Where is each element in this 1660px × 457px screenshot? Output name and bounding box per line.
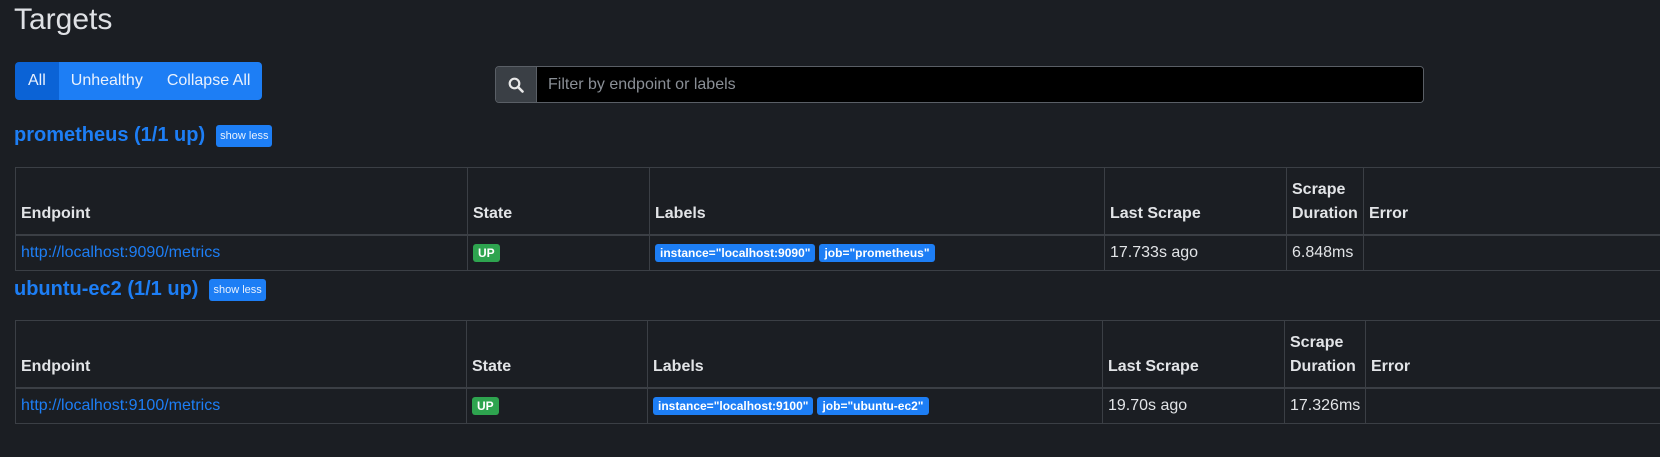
endpoint-link[interactable]: http://localhost:9100/metrics (21, 397, 220, 414)
targets-page: Targets All Unhealthy Collapse All prome… (0, 0, 1660, 457)
column-header-scrape-duration-line1: Scrape (1292, 181, 1346, 198)
pool-title[interactable]: prometheus (1/1 up) (14, 124, 205, 147)
column-header-last-scrape[interactable]: Last Scrape (1104, 167, 1287, 236)
targets-table-ubuntu-ec2: Endpoint State Labels Last Scrape Scrape… (15, 320, 1660, 424)
endpoint-cell: http://localhost:9090/metrics (15, 234, 468, 271)
labels-cell: instance="localhost:9090" job="prometheus… (649, 234, 1105, 271)
last-scrape-cell: 19.70s ago (1102, 387, 1285, 424)
search-button[interactable] (496, 67, 537, 102)
column-header-scrape-duration[interactable]: Scrape Duration (1284, 320, 1366, 389)
state-cell: UP (466, 387, 648, 424)
column-header-state[interactable]: State (466, 320, 648, 389)
page-title: Targets (14, 3, 113, 36)
column-header-scrape-duration[interactable]: Scrape Duration (1286, 167, 1364, 236)
column-header-error[interactable]: Error (1363, 167, 1660, 236)
targets-table-prometheus: Endpoint State Labels Last Scrape Scrape… (15, 167, 1660, 271)
collapse-all-button[interactable]: Collapse All (154, 62, 263, 100)
scrape-duration-cell: 6.848ms (1286, 234, 1364, 271)
pool-header-ubuntu-ec2: ubuntu-ec2 (1/1 up) show less (14, 278, 266, 301)
show-less-button[interactable]: show less (216, 124, 273, 147)
status-badge: UP (473, 244, 500, 262)
endpoint-link[interactable]: http://localhost:9090/metrics (21, 244, 220, 261)
column-header-last-scrape[interactable]: Last Scrape (1102, 320, 1285, 389)
column-header-state[interactable]: State (467, 167, 650, 236)
column-header-scrape-duration-line1: Scrape (1290, 334, 1344, 351)
pool-header-prometheus: prometheus (1/1 up) show less (14, 124, 273, 147)
column-header-scrape-duration-line2: Duration (1290, 358, 1356, 375)
last-scrape-cell: 17.733s ago (1104, 234, 1287, 271)
search-icon (508, 77, 524, 93)
column-header-labels[interactable]: Labels (649, 167, 1105, 236)
column-header-endpoint[interactable]: Endpoint (15, 320, 467, 389)
show-less-button[interactable]: show less (209, 278, 266, 301)
label-badge-job: job="prometheus" (819, 244, 935, 262)
search-bar (495, 66, 1424, 103)
labels-cell: instance="localhost:9100" job="ubuntu-ec2… (647, 387, 1103, 424)
table-header-row: Endpoint State Labels Last Scrape Scrape… (15, 167, 1660, 236)
column-header-endpoint[interactable]: Endpoint (15, 167, 468, 236)
label-badge-instance: instance="localhost:9100" (653, 397, 814, 415)
state-cell: UP (467, 234, 650, 271)
column-header-scrape-duration-line2: Duration (1292, 205, 1358, 222)
pool-title[interactable]: ubuntu-ec2 (1/1 up) (14, 278, 198, 301)
label-badge-instance: instance="localhost:9090" (655, 244, 816, 262)
status-badge: UP (472, 397, 499, 415)
error-cell (1363, 234, 1660, 271)
label-badge-job: job="ubuntu-ec2" (817, 397, 929, 415)
table-row: http://localhost:9090/metrics UP instanc… (15, 234, 1660, 271)
filter-unhealthy-button[interactable]: Unhealthy (58, 62, 155, 100)
column-header-labels[interactable]: Labels (647, 320, 1103, 389)
error-cell (1365, 387, 1660, 424)
column-header-error[interactable]: Error (1365, 320, 1660, 389)
search-input[interactable] (537, 67, 1423, 102)
filter-button-group: All Unhealthy Collapse All (15, 62, 263, 100)
table-header-row: Endpoint State Labels Last Scrape Scrape… (15, 320, 1660, 389)
table-row: http://localhost:9100/metrics UP instanc… (15, 387, 1660, 424)
scrape-duration-cell: 17.326ms (1284, 387, 1366, 424)
endpoint-cell: http://localhost:9100/metrics (15, 387, 467, 424)
filter-all-button[interactable]: All (15, 62, 59, 100)
